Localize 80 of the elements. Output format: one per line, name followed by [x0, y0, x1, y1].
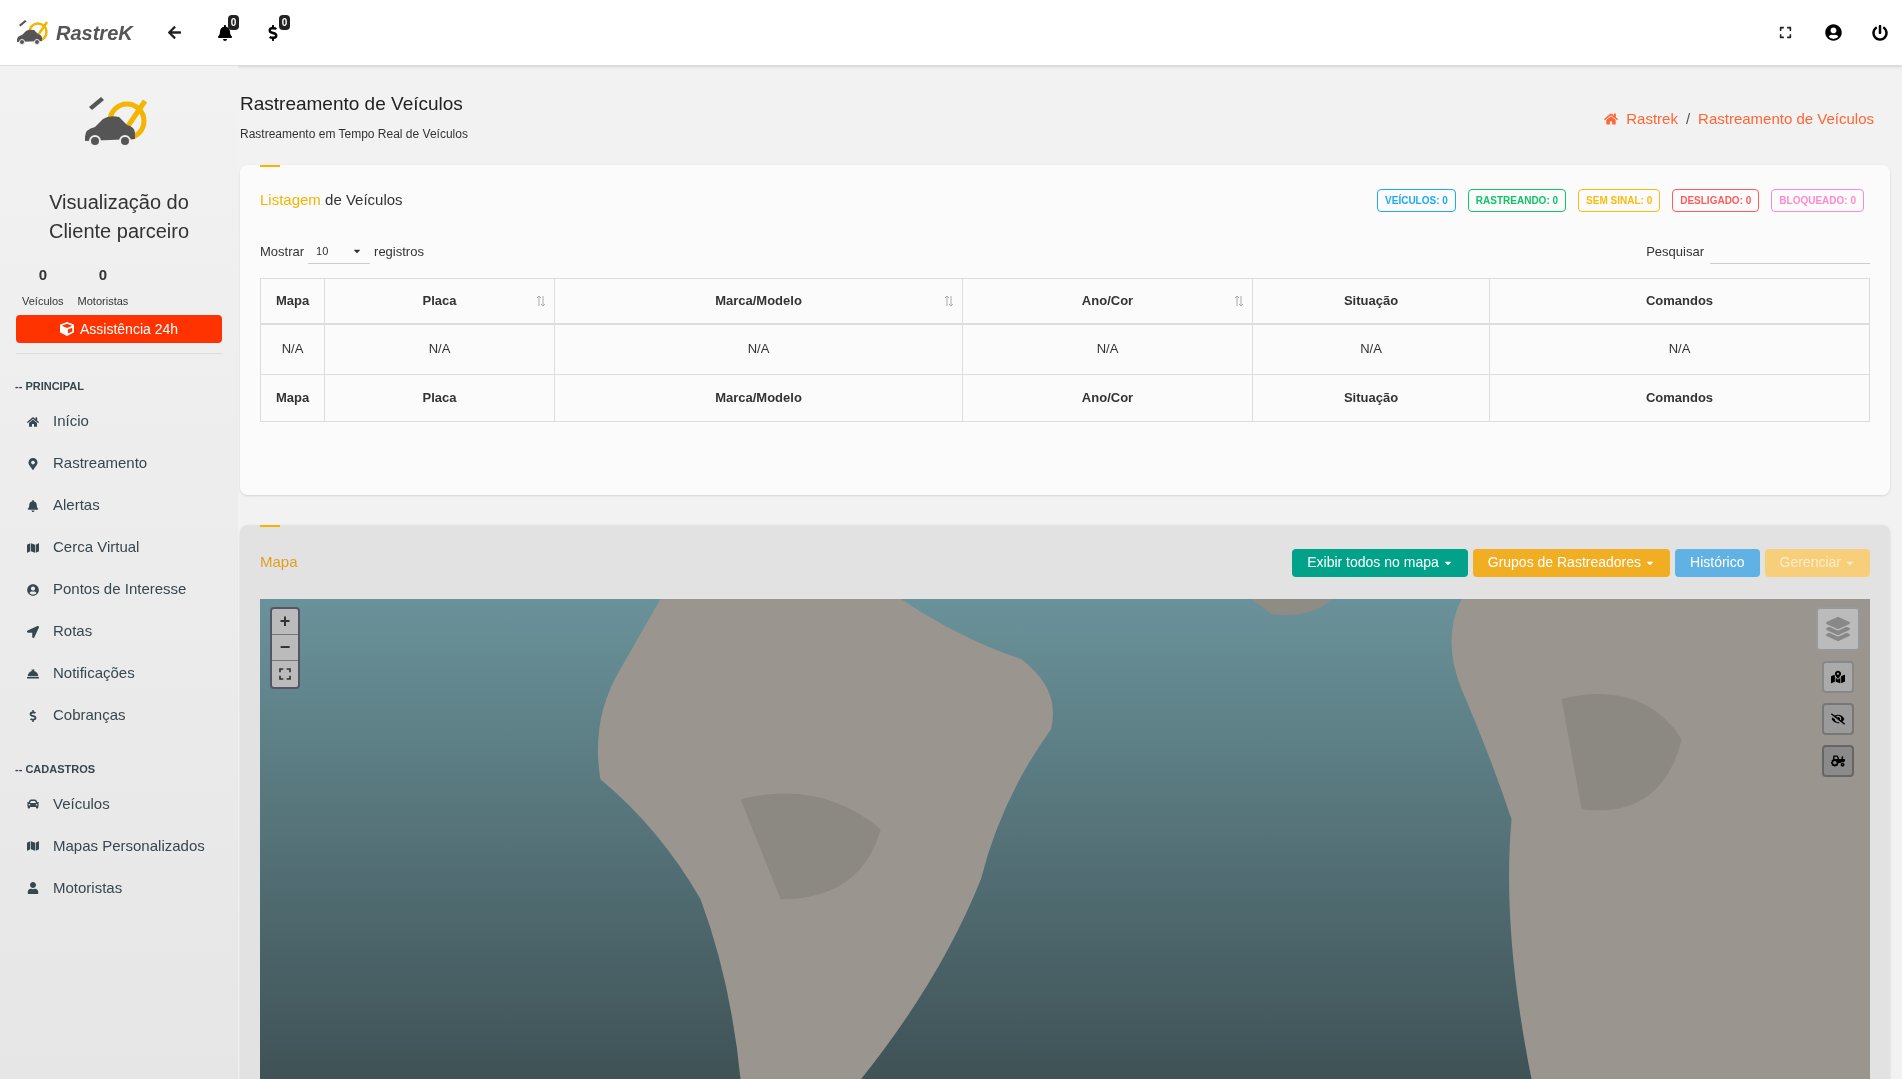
- sidebar-item[interactable]: Motoristas: [0, 867, 238, 909]
- status-badge: SEM SINAL: 0: [1578, 188, 1661, 212]
- status-badge: VEÍCULOS: 0: [1377, 188, 1456, 212]
- notification-count: 0: [227, 14, 240, 30]
- column-footer: Situação: [1253, 374, 1490, 421]
- zoom-in-button[interactable]: +: [272, 608, 298, 635]
- sidebar-item[interactable]: Pontos de Interesse: [0, 568, 238, 611]
- table-cell-text: N/A: [1667, 340, 1692, 359]
- map-icon: [27, 840, 39, 852]
- column-header[interactable]: Mapa: [261, 278, 325, 323]
- table-cell: N/A: [325, 324, 555, 374]
- sidebar-item[interactable]: Rotas: [0, 610, 238, 653]
- map-tool-button[interactable]: [1822, 660, 1854, 693]
- arrow-icon: [27, 625, 39, 638]
- box-icon: [59, 322, 74, 336]
- map-pin-icon: [27, 457, 39, 470]
- fullscreen-icon[interactable]: [1779, 26, 1792, 39]
- zoom-out-button[interactable]: −: [272, 634, 298, 661]
- back-arrow-icon[interactable]: [166, 25, 182, 40]
- sidebar-item[interactable]: Notificações: [0, 652, 238, 695]
- stat-value: 0: [98, 265, 108, 285]
- sidebar-item[interactable]: Cerca Virtual: [0, 526, 238, 569]
- column-footer: Comandos: [1490, 374, 1869, 421]
- billing-count: 0: [278, 14, 291, 30]
- status-badge: DESLIGADO: 0: [1672, 188, 1760, 212]
- home-icon: [27, 415, 39, 428]
- column-footer: Mapa: [261, 374, 325, 421]
- card-title: Listagem de Veículos: [260, 189, 403, 210]
- page-title: Rastreamento de Veículos: [240, 92, 464, 116]
- records-label: registros: [374, 242, 424, 261]
- profile-title: Visualização do Cliente parceiro: [47, 190, 191, 244]
- sidebar-item[interactable]: Início: [0, 400, 238, 443]
- column-footer: Marca/Modelo: [555, 374, 963, 421]
- dollar-icon: [27, 709, 39, 722]
- user-account-icon[interactable]: [1825, 24, 1842, 41]
- status-badge: BLOQUEADO: 0: [1771, 188, 1864, 212]
- table-cell: N/A: [261, 324, 325, 374]
- bell-icon: [27, 499, 39, 512]
- stat-label: Motoristas: [77, 293, 129, 309]
- assistance-button[interactable]: Assistência 24h: [16, 315, 222, 343]
- table-cell: N/A: [963, 324, 1253, 374]
- car-icon: [27, 798, 39, 810]
- stat-label: Veículos: [22, 293, 64, 309]
- power-icon[interactable]: [1872, 24, 1888, 41]
- user-icon: [27, 882, 39, 894]
- table-cell: N/A: [555, 324, 963, 374]
- page-size-select[interactable]: 10: [308, 239, 371, 264]
- tractor-icon: [1831, 753, 1845, 768]
- column-header[interactable]: Placa: [325, 278, 555, 323]
- hidden-eye-icon: [1831, 711, 1845, 726]
- map-icon: [27, 541, 39, 554]
- column-header[interactable]: Marca/Modelo: [555, 278, 963, 323]
- card-title: Mapa: [260, 552, 298, 573]
- status-badge: RASTREANDO: 0: [1467, 188, 1567, 212]
- show-label: Mostrar: [260, 242, 305, 261]
- table-cell: N/A: [1253, 324, 1490, 374]
- map-tool-button[interactable]: [1822, 744, 1854, 777]
- section-heading: -- CADASTROS: [14, 761, 97, 777]
- map-marker-icon: [1831, 669, 1845, 684]
- column-header[interactable]: Comandos: [1490, 278, 1869, 323]
- bell-icon: [27, 667, 39, 680]
- column-footer: Ano/Cor: [963, 374, 1253, 421]
- breadcrumb-separator: /: [1685, 109, 1691, 129]
- column-footer: Placa: [325, 374, 555, 421]
- page-subtitle: Rastreamento em Tempo Real de Veículos: [240, 125, 468, 143]
- sidebar-item[interactable]: Cobranças: [0, 694, 238, 737]
- sidebar-item[interactable]: Alertas: [0, 484, 238, 527]
- column-header[interactable]: Situação: [1253, 278, 1490, 323]
- layers-icon: [1826, 616, 1850, 641]
- search-label: Pesquisar: [1646, 242, 1704, 261]
- map-tool-button[interactable]: [1822, 702, 1854, 735]
- section-heading: -- PRINCIPAL: [14, 379, 85, 394]
- sidebar-item[interactable]: Veículos: [0, 783, 238, 825]
- sidebar-item[interactable]: Rastreamento: [0, 442, 238, 485]
- stat-value: 0: [38, 265, 47, 285]
- column-header[interactable]: Ano/Cor: [963, 278, 1253, 323]
- home-icon: [1604, 112, 1619, 127]
- brand-logo-text: RastreK: [56, 20, 133, 46]
- sidebar-item[interactable]: Mapas Personalizados: [0, 825, 238, 867]
- notification-bell-icon[interactable]: [216, 24, 233, 41]
